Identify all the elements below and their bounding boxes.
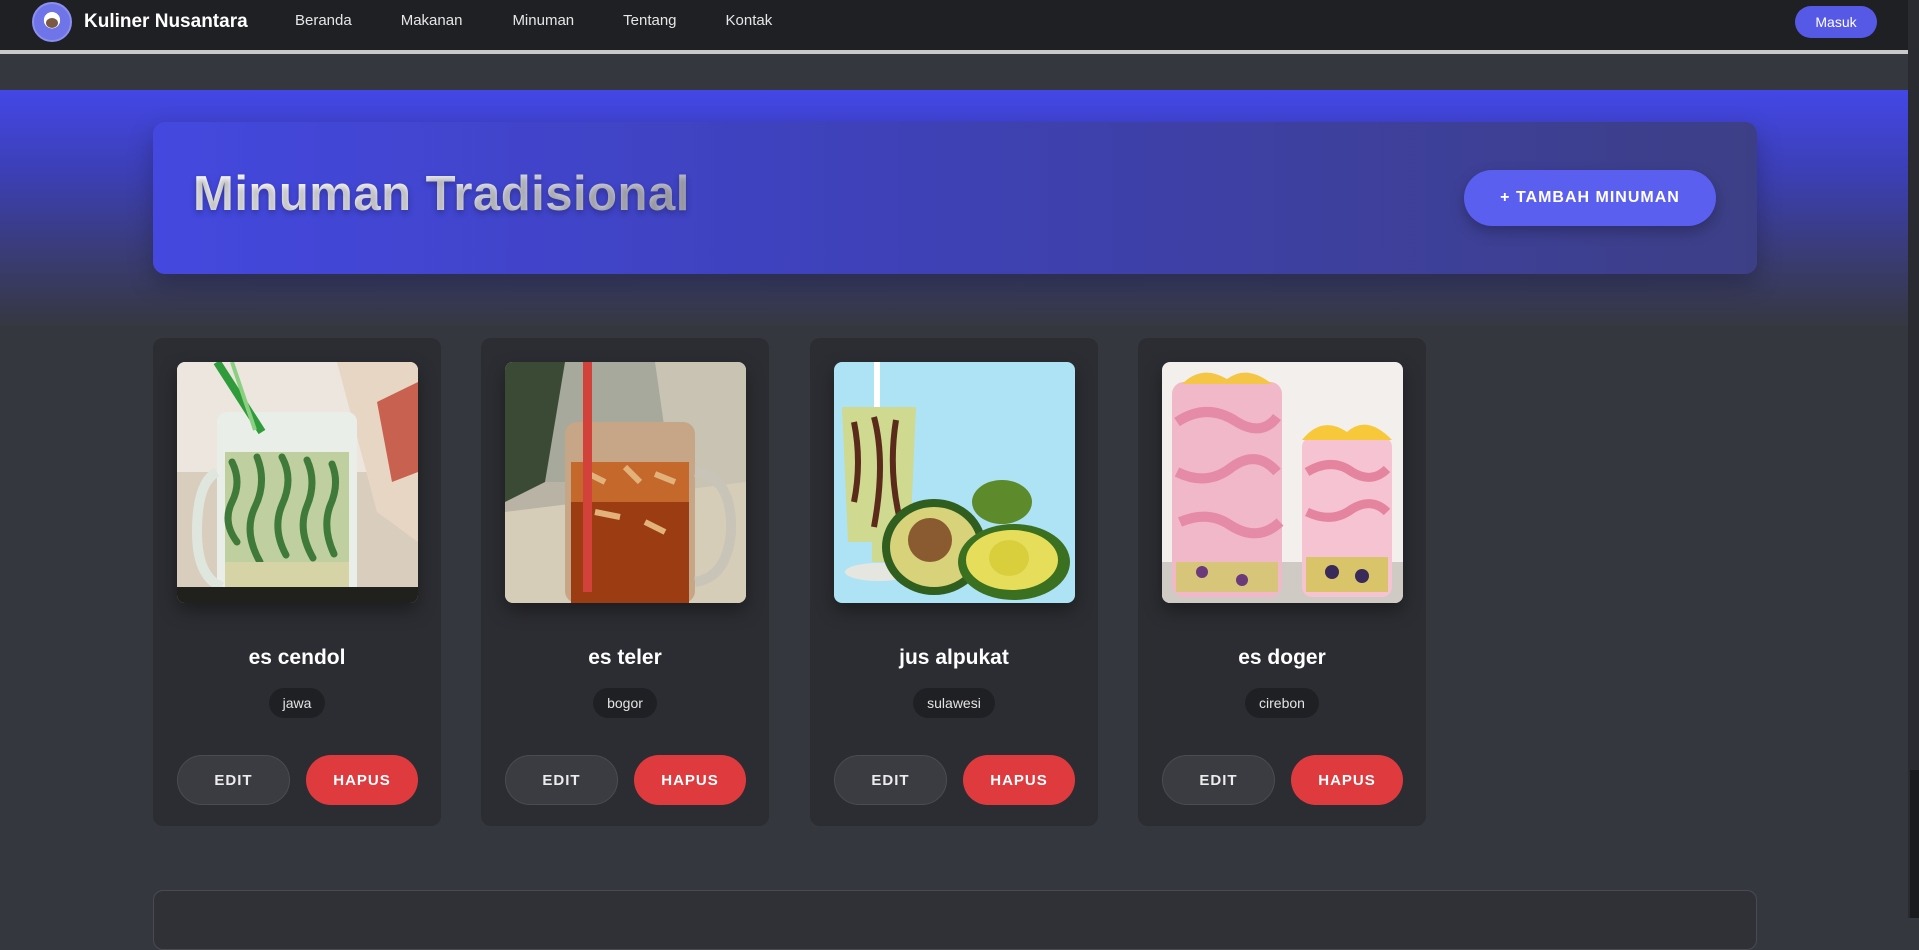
drink-name: es doger — [1238, 646, 1326, 669]
drink-card: jus alpukat sulawesi EDIT HAPUS — [810, 338, 1098, 826]
nav-links: Beranda Makanan Minuman Tentang Kontak — [295, 12, 821, 29]
nav-link-minuman[interactable]: Minuman — [512, 12, 574, 29]
edit-button[interactable]: EDIT — [1162, 755, 1275, 805]
chef-logo-icon — [32, 2, 72, 42]
bottom-section — [153, 890, 1757, 950]
navbar: Kuliner Nusantara Beranda Makanan Minuma… — [0, 0, 1908, 54]
nav-link-kontak[interactable]: Kontak — [726, 12, 773, 29]
drink-image-es-cendol — [177, 362, 418, 603]
brand-name: Kuliner Nusantara — [84, 11, 248, 32]
brand[interactable]: Kuliner Nusantara — [32, 2, 248, 42]
delete-button[interactable]: HAPUS — [306, 755, 418, 805]
nav-link-beranda[interactable]: Beranda — [295, 12, 352, 29]
region-badge: jawa — [268, 688, 326, 718]
delete-button[interactable]: HAPUS — [634, 755, 746, 805]
nav-link-tentang[interactable]: Tentang — [623, 12, 676, 29]
hero-card: Minuman Tradisional + TAMBAH MINUMAN — [153, 122, 1757, 274]
edit-button[interactable]: EDIT — [834, 755, 947, 805]
page-title: Minuman Tradisional — [193, 167, 690, 221]
drink-name: es teler — [588, 646, 662, 669]
region-badge: bogor — [593, 688, 657, 718]
region-badge: sulawesi — [913, 688, 995, 718]
edit-button[interactable]: EDIT — [177, 755, 290, 805]
drink-image-es-doger — [1162, 362, 1403, 603]
delete-button[interactable]: HAPUS — [1291, 755, 1403, 805]
login-button[interactable]: Masuk — [1795, 6, 1877, 38]
delete-button[interactable]: HAPUS — [963, 755, 1075, 805]
scrollbar-thumb[interactable] — [1910, 770, 1919, 918]
nav-link-makanan[interactable]: Makanan — [401, 12, 463, 29]
drink-image-jus-alpukat — [834, 362, 1075, 603]
drink-card: es cendol jawa EDIT HAPUS — [153, 338, 441, 826]
drink-name: es cendol — [248, 646, 346, 669]
drink-card: es doger cirebon EDIT HAPUS — [1138, 338, 1426, 826]
add-drink-button[interactable]: + TAMBAH MINUMAN — [1464, 170, 1716, 226]
region-badge: cirebon — [1245, 688, 1319, 718]
drink-image-es-teler — [505, 362, 746, 603]
drink-card: es teler bogor EDIT HAPUS — [481, 338, 769, 826]
drink-name: jus alpukat — [899, 646, 1009, 669]
edit-button[interactable]: EDIT — [505, 755, 618, 805]
